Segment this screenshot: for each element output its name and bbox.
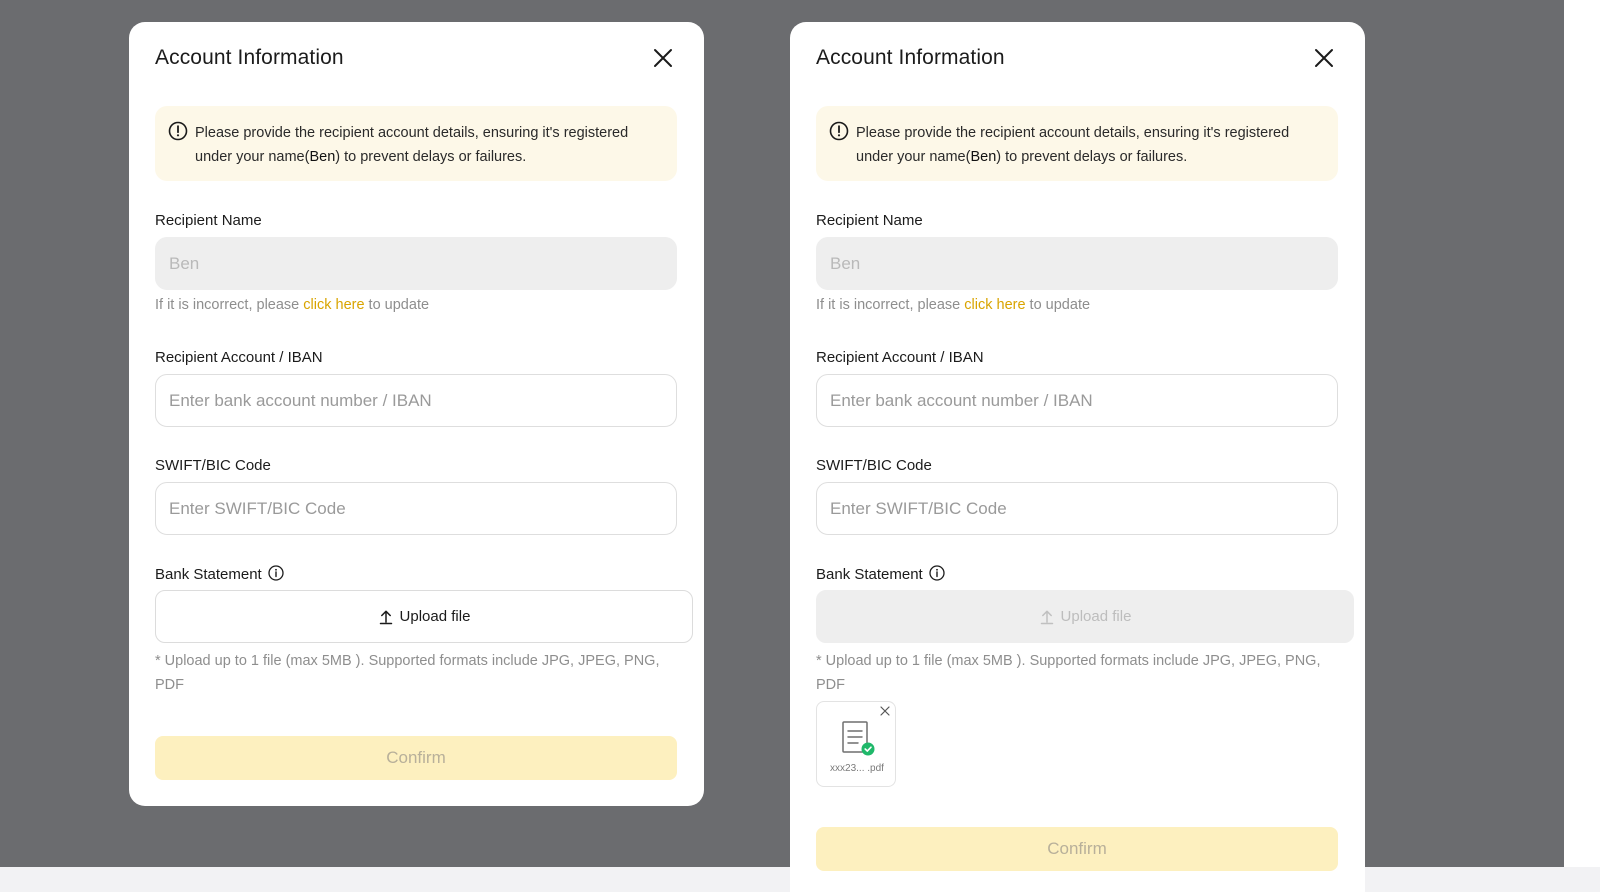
update-name-link[interactable]: click here: [964, 297, 1025, 313]
uploaded-file-card[interactable]: xxx23... .pdf: [816, 701, 896, 787]
bank-statement-label: Bank Statement: [155, 565, 284, 583]
modal-title: Account Information: [816, 46, 1005, 69]
upload-file-button-disabled: Upload file: [816, 590, 1354, 643]
recipient-name-field: [816, 237, 1338, 290]
upload-requirements-note: * Upload up to 1 file (max 5MB ). Suppor…: [155, 653, 660, 693]
info-circle-icon[interactable]: [929, 565, 945, 581]
swift-code-input[interactable]: [816, 482, 1338, 535]
recipient-name-field: [155, 237, 677, 290]
account-holder-name: Ben: [309, 149, 336, 165]
update-name-link[interactable]: click here: [303, 297, 364, 313]
recipient-name-helper: If it is incorrect, please click here to…: [155, 297, 430, 313]
uploaded-file-name: xxx23... .pdf: [830, 763, 884, 774]
close-button[interactable]: [651, 46, 675, 70]
info-circle-icon[interactable]: [268, 565, 284, 581]
recipient-name-label: Recipient Name: [816, 212, 923, 229]
swift-code-label: SWIFT/BIC Code: [816, 457, 932, 474]
upload-requirements-note: * Upload up to 1 file (max 5MB ). Suppor…: [816, 653, 1321, 693]
modal-title: Account Information: [155, 46, 344, 69]
bank-statement-label: Bank Statement: [816, 565, 945, 583]
account-holder-name: Ben: [970, 149, 997, 165]
swift-code-input[interactable]: [155, 482, 677, 535]
notice-text: Please provide the recipient account det…: [195, 125, 629, 165]
account-iban-label: Recipient Account / IBAN: [155, 349, 323, 366]
upload-file-label: Upload file: [399, 608, 471, 625]
document-icon: [842, 721, 875, 756]
close-icon: [1315, 49, 1333, 67]
upload-file-label: Upload file: [1060, 608, 1132, 625]
exclamation-circle-icon: [168, 121, 188, 141]
upload-icon: [1040, 610, 1053, 624]
close-button[interactable]: [1312, 46, 1336, 70]
check-badge-icon: [861, 742, 875, 756]
notice-banner: Please provide the recipient account det…: [816, 106, 1338, 181]
page-right-edge: [1564, 0, 1600, 867]
account-iban-input[interactable]: [816, 374, 1338, 427]
close-icon: [654, 49, 672, 67]
notice-banner: Please provide the recipient account det…: [155, 106, 677, 181]
confirm-button[interactable]: Confirm: [816, 827, 1338, 871]
swift-code-label: SWIFT/BIC Code: [155, 457, 271, 474]
recipient-name-helper: If it is incorrect, please click here to…: [816, 297, 1091, 313]
account-iban-input[interactable]: [155, 374, 677, 427]
confirm-button[interactable]: Confirm: [155, 736, 677, 780]
account-iban-label: Recipient Account / IBAN: [816, 349, 984, 366]
exclamation-circle-icon: [829, 121, 849, 141]
remove-file-icon[interactable]: [880, 706, 890, 716]
upload-file-button[interactable]: Upload file: [155, 590, 693, 643]
upload-icon: [379, 610, 392, 624]
account-info-modal-uploaded: Account Information Please provide the r…: [790, 22, 1365, 892]
notice-text: Please provide the recipient account det…: [856, 125, 1290, 165]
recipient-name-label: Recipient Name: [155, 212, 262, 229]
account-info-modal-empty: Account Information Please provide the r…: [129, 22, 704, 806]
